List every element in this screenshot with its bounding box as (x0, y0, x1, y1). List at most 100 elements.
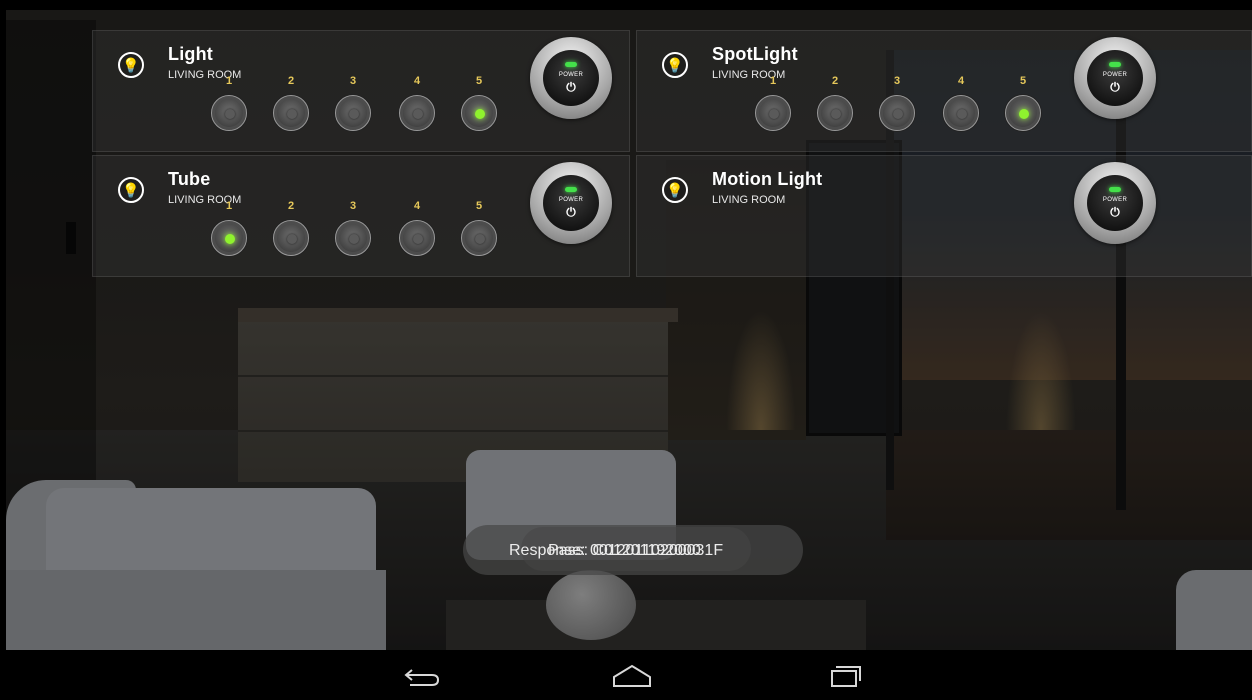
level-button[interactable] (879, 95, 915, 131)
power-icon: ⏻ (1110, 80, 1120, 94)
power-button-face: POWER ⏻ (1087, 175, 1143, 231)
level-5[interactable]: 5 (1003, 75, 1043, 133)
level-indicator (957, 109, 967, 119)
level-indicator (225, 109, 235, 119)
app-screen: 💡 Light LIVING ROOM 1 2 3 4 5 POWER ⏻ 💡 … (0, 0, 1252, 700)
level-button[interactable] (817, 95, 853, 131)
level-selector: 1 2 3 4 5 (753, 75, 1053, 135)
recent-apps-icon[interactable] (823, 660, 869, 692)
level-number: 1 (225, 75, 233, 87)
level-indicator (349, 234, 359, 244)
level-4[interactable]: 4 (941, 75, 981, 133)
power-button[interactable]: POWER ⏻ (530, 37, 612, 119)
level-button[interactable] (943, 95, 979, 131)
device-title: SpotLight (712, 44, 798, 64)
device-panel-spotlight: 💡 SpotLight LIVING ROOM 1 2 3 4 5 POWER … (636, 30, 1252, 152)
level-indicator (831, 109, 841, 119)
level-number: 4 (413, 75, 421, 87)
device-title: Tube (168, 169, 211, 189)
power-label: POWER (1102, 72, 1128, 78)
device-title: Light (168, 44, 213, 64)
lightbulb-icon: 💡 (662, 177, 688, 203)
level-button[interactable] (399, 95, 435, 131)
level-1[interactable]: 1 (753, 75, 793, 133)
power-label: POWER (558, 197, 584, 203)
power-button-face: POWER ⏻ (543, 50, 599, 106)
level-5[interactable]: 5 (459, 200, 499, 258)
power-button-face: POWER ⏻ (543, 175, 599, 231)
level-number: 1 (769, 75, 777, 87)
level-button[interactable] (461, 95, 497, 131)
level-number: 2 (831, 75, 839, 87)
lightbulb-icon: 💡 (118, 52, 144, 78)
level-2[interactable]: 2 (271, 200, 311, 258)
level-1[interactable]: 1 (209, 200, 249, 258)
level-4[interactable]: 4 (397, 75, 437, 133)
level-number: 2 (287, 75, 295, 87)
power-led (565, 62, 577, 67)
level-button[interactable] (335, 95, 371, 131)
navigation-bar (0, 650, 1252, 700)
level-indicator (287, 109, 297, 119)
home-icon[interactable] (609, 660, 655, 692)
power-button[interactable]: POWER ⏻ (530, 162, 612, 244)
lightbulb-icon: 💡 (662, 52, 688, 78)
power-button[interactable]: POWER ⏻ (1074, 162, 1156, 244)
power-led (565, 187, 577, 192)
level-button[interactable] (399, 220, 435, 256)
level-button[interactable] (273, 220, 309, 256)
power-label: POWER (1102, 197, 1128, 203)
level-selector: 1 2 3 4 5 (209, 200, 509, 260)
level-number: 2 (287, 200, 295, 212)
power-label: POWER (558, 72, 584, 78)
level-indicator (769, 109, 779, 119)
device-panel-tube: 💡 Tube LIVING ROOM 1 2 3 4 5 POWER ⏻ (92, 155, 630, 277)
level-number: 5 (475, 75, 483, 87)
power-led (1109, 187, 1121, 192)
toast-message: Pass: C01201192000 (548, 542, 701, 559)
level-button[interactable] (335, 220, 371, 256)
level-indicator (413, 109, 423, 119)
level-indicator (1019, 109, 1029, 119)
level-number: 5 (475, 200, 483, 212)
lightbulb-icon: 💡 (118, 177, 144, 203)
level-1[interactable]: 1 (209, 75, 249, 133)
level-button[interactable] (211, 95, 247, 131)
level-2[interactable]: 2 (815, 75, 855, 133)
level-button[interactable] (1005, 95, 1041, 131)
level-number: 5 (1019, 75, 1027, 87)
power-button[interactable]: POWER ⏻ (1074, 37, 1156, 119)
device-title: Motion Light (712, 169, 823, 189)
level-2[interactable]: 2 (271, 75, 311, 133)
power-icon: ⏻ (1110, 205, 1120, 219)
power-button-face: POWER ⏻ (1087, 50, 1143, 106)
level-4[interactable]: 4 (397, 200, 437, 258)
level-number: 3 (349, 200, 357, 212)
level-number: 4 (413, 200, 421, 212)
power-led (1109, 62, 1121, 67)
device-panel-motion-light: 💡 Motion Light LIVING ROOM POWER ⏻ (636, 155, 1252, 277)
level-number: 4 (957, 75, 965, 87)
level-indicator (225, 234, 235, 244)
level-button[interactable] (755, 95, 791, 131)
level-3[interactable]: 3 (333, 75, 373, 133)
level-number: 1 (225, 200, 233, 212)
level-button[interactable] (461, 220, 497, 256)
level-selector: 1 2 3 4 5 (209, 75, 509, 135)
level-3[interactable]: 3 (877, 75, 917, 133)
level-number: 3 (893, 75, 901, 87)
level-3[interactable]: 3 (333, 200, 373, 258)
level-button[interactable] (273, 95, 309, 131)
back-arrow-icon[interactable] (399, 660, 445, 692)
level-5[interactable]: 5 (459, 75, 499, 133)
power-icon: ⏻ (566, 205, 576, 219)
level-indicator (893, 109, 903, 119)
level-indicator (413, 234, 423, 244)
level-indicator (475, 109, 485, 119)
power-icon: ⏻ (566, 80, 576, 94)
level-number: 3 (349, 75, 357, 87)
level-button[interactable] (211, 220, 247, 256)
level-indicator (475, 234, 485, 244)
level-indicator (287, 234, 297, 244)
device-room: LIVING ROOM (712, 194, 786, 206)
